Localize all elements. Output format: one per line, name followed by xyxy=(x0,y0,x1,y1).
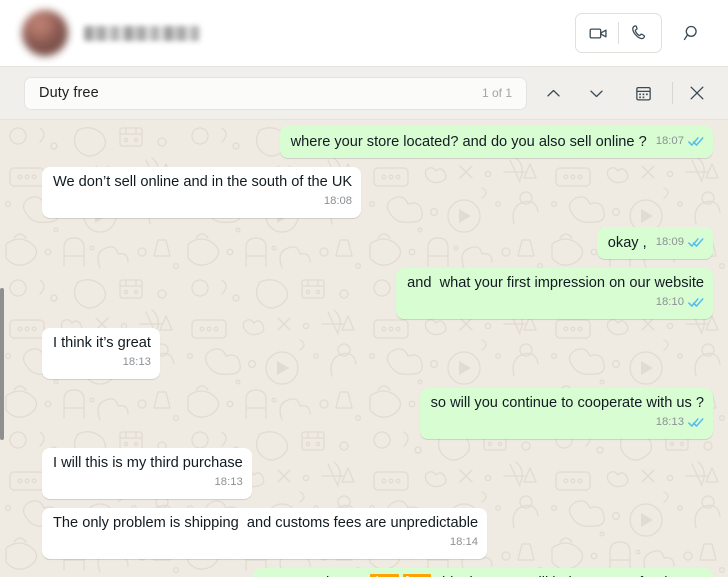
message-text: We don’t sell online and in the south of… xyxy=(53,174,353,190)
outgoing-message-bubble[interactable]: where your store located? and do you als… xyxy=(279,126,713,158)
search-input-wrapper[interactable]: Duty free 1 of 1 xyxy=(24,76,527,110)
outgoing-message-bubble[interactable]: and what your first impression on our we… xyxy=(396,268,713,319)
calendar-icon xyxy=(636,86,651,100)
message-text: The only problem is shipping and customs… xyxy=(53,515,479,531)
message-meta: 18:08 xyxy=(324,192,352,212)
read-receipt-icon xyxy=(688,298,704,307)
close-icon xyxy=(690,86,704,100)
search-by-date-button[interactable] xyxy=(627,75,660,111)
chat-scrollbar[interactable] xyxy=(0,120,5,577)
search-prev-button[interactable] xyxy=(537,75,570,111)
contact-avatar[interactable] xyxy=(22,10,68,56)
message-timestamp: 18:08 xyxy=(323,195,353,207)
message-text: okay , xyxy=(607,235,647,251)
message-row: where your store located? and do you als… xyxy=(36,126,716,158)
read-receipt-icon xyxy=(688,418,704,427)
incoming-message-bubble[interactable]: The only problem is shipping and customs… xyxy=(42,508,488,559)
contact-name-redacted[interactable] xyxy=(84,25,200,41)
outgoing-message-bubble[interactable]: so will you continue to cooperate with u… xyxy=(419,388,713,439)
video-call-button[interactable] xyxy=(578,14,618,52)
voice-call-button[interactable] xyxy=(619,14,659,52)
header-search-button[interactable] xyxy=(670,13,714,53)
message-row: you can chosen duty free shipping , we w… xyxy=(36,568,716,577)
message-status xyxy=(688,136,704,147)
message-timestamp: 18:13 xyxy=(214,476,243,488)
message-timestamp: 18:09 xyxy=(655,236,684,248)
chevron-down-icon xyxy=(590,89,603,97)
incoming-message-bubble[interactable]: I will this is my third purchase 18:13 xyxy=(42,448,252,499)
chevron-up-icon xyxy=(547,89,560,97)
message-timestamp: 18:10 xyxy=(655,296,684,308)
message-row: and what your first impression on our we… xyxy=(36,268,716,319)
message-row: We don’t sell online and in the south of… xyxy=(36,167,716,218)
message-timestamp: 18:13 xyxy=(122,356,151,368)
message-timestamp: 18:07 xyxy=(655,135,684,147)
message-text: I think it’s great xyxy=(53,335,151,351)
message-meta: 18:13 xyxy=(215,473,243,493)
message-search-bar: Duty free 1 of 1 xyxy=(0,67,728,120)
message-row: so will you continue to cooperate with u… xyxy=(36,388,716,439)
message-text: I will this is my third purchase xyxy=(53,455,243,471)
message-status xyxy=(688,297,704,308)
message-row: I will this is my third purchase 18:13 xyxy=(36,448,716,499)
message-text: so will you continue to cooperate with u… xyxy=(430,395,704,411)
incoming-message-bubble[interactable]: I think it’s great 18:13 xyxy=(42,328,160,379)
close-search-button[interactable] xyxy=(681,75,714,111)
outgoing-message-bubble[interactable]: you can chosen duty free shipping , we w… xyxy=(252,568,713,577)
whatsapp-chat-window: Duty free 1 of 1 where your store locate… xyxy=(0,0,728,577)
message-status xyxy=(688,417,704,428)
message-status xyxy=(688,237,704,248)
message-meta: 18:09 xyxy=(656,233,704,253)
message-row: The only problem is shipping and customs… xyxy=(36,508,716,559)
message-meta: 18:13 xyxy=(123,353,151,373)
search-input[interactable]: Duty free xyxy=(39,85,99,101)
call-button-group xyxy=(575,13,662,53)
message-list: where your store located? and do you als… xyxy=(0,120,728,577)
read-receipt-icon xyxy=(688,238,704,247)
video-call-icon xyxy=(589,27,607,39)
message-meta: 18:10 xyxy=(656,293,704,313)
search-bar-divider xyxy=(672,82,673,104)
read-receipt-icon xyxy=(688,137,704,146)
chat-scrollbar-thumb[interactable] xyxy=(0,288,4,440)
search-result-count: 1 of 1 xyxy=(481,86,512,100)
message-meta: 18:14 xyxy=(450,533,478,553)
chat-message-panel: where your store located? and do you als… xyxy=(0,120,728,577)
message-text: where your store located? and do you als… xyxy=(290,134,647,150)
incoming-message-bubble[interactable]: We don’t sell online and in the south of… xyxy=(42,167,362,218)
message-timestamp: 18:14 xyxy=(449,536,479,548)
message-row: I think it’s great 18:13 xyxy=(36,328,716,379)
voice-call-icon xyxy=(631,24,645,39)
chat-header xyxy=(0,0,728,67)
message-timestamp: 18:13 xyxy=(655,416,684,428)
message-text: and what your first impression on our we… xyxy=(407,275,704,291)
outgoing-message-bubble[interactable]: okay , 18:09 xyxy=(596,227,713,259)
message-meta: 18:07 xyxy=(656,132,704,152)
message-meta: 18:13 xyxy=(656,413,704,433)
message-row: okay , 18:09 xyxy=(36,227,716,259)
search-next-button[interactable] xyxy=(580,75,613,111)
search-icon xyxy=(683,25,697,40)
